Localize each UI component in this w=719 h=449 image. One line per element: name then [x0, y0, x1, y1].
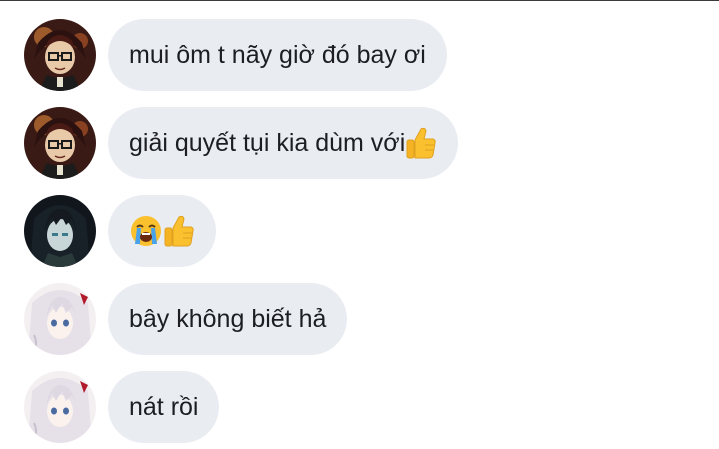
message-row: giải quyết tụi kia dùm với: [24, 107, 459, 179]
message-row: nát rồi: [24, 371, 220, 443]
message-row: mui ôm t nãy giờ đó bay ơi: [24, 19, 447, 91]
message-bubble[interactable]: giải quyết tụi kia dùm với: [108, 107, 459, 179]
message-bubble[interactable]: bây không biết hả: [108, 283, 348, 355]
message-text: mui ôm t nãy giờ đó bay ơi: [129, 40, 426, 69]
thumbs-up-icon: [405, 126, 437, 160]
loudly-crying-face-icon: [129, 214, 163, 248]
message-text: giải quyết tụi kia dùm với: [129, 128, 406, 157]
message-bubble[interactable]: [108, 195, 216, 267]
message-row: [24, 195, 216, 267]
thumbs-up-icon: [163, 214, 195, 248]
sender-avatar[interactable]: [24, 371, 96, 443]
sender-avatar[interactable]: [24, 283, 96, 355]
sender-avatar[interactable]: [24, 195, 96, 267]
sender-avatar[interactable]: [24, 19, 96, 91]
message-bubble[interactable]: mui ôm t nãy giờ đó bay ơi: [108, 19, 447, 91]
message-bubble[interactable]: nát rồi: [108, 371, 220, 443]
message-text: bây không biết hả: [129, 304, 327, 333]
sender-avatar[interactable]: [24, 107, 96, 179]
message-thread[interactable]: mui ôm t nãy giờ đó bay ơi giải quyết tụ…: [0, 0, 719, 449]
message-row: bây không biết hả: [24, 283, 348, 355]
message-text: nát rồi: [129, 392, 199, 421]
